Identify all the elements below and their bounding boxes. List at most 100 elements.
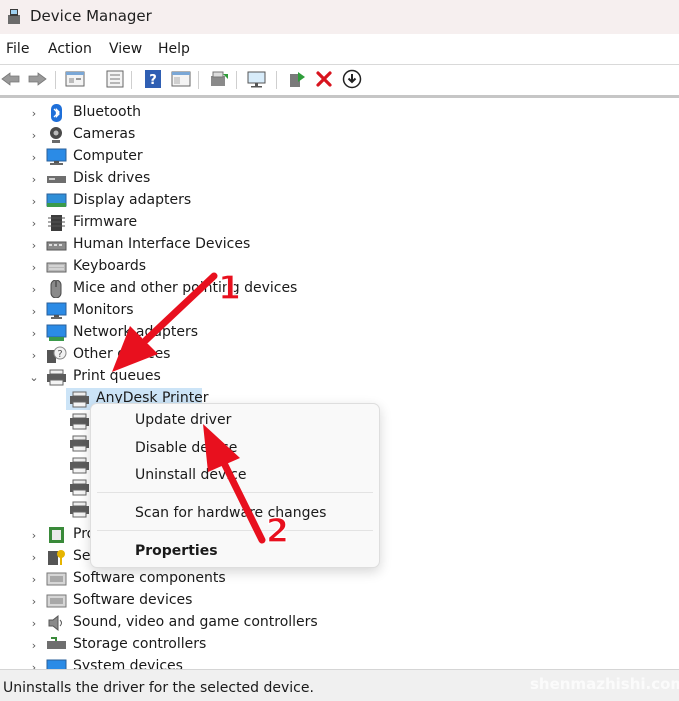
tree-item-label: Firmware <box>73 214 138 230</box>
chevron-right-icon[interactable]: › <box>27 280 41 298</box>
uninstall-x-icon[interactable] <box>313 68 335 90</box>
computer-icon <box>46 148 67 165</box>
context-uninstall-device[interactable]: Uninstall device <box>135 467 246 483</box>
chevron-right-icon[interactable]: › <box>27 214 41 232</box>
chevron-right-icon[interactable]: › <box>27 548 41 566</box>
chevron-right-icon[interactable]: › <box>27 614 41 632</box>
tree-item-label: Network adapters <box>73 324 198 340</box>
device-tree: › Bluetooth › Cameras › Computer › Disk … <box>0 97 679 669</box>
back-arrow-icon[interactable] <box>0 68 22 90</box>
chevron-right-icon[interactable]: › <box>27 170 41 188</box>
svg-text:?: ? <box>149 73 157 88</box>
display-adapter-icon <box>46 193 67 207</box>
status-text: Uninstalls the driver for the selected d… <box>3 680 314 696</box>
tree-item-label: Print queues <box>73 368 161 384</box>
processor-icon <box>49 527 64 543</box>
tree-item-label: Human Interface Devices <box>73 236 251 252</box>
chevron-right-icon[interactable]: › <box>27 526 41 544</box>
tree-item-label: Software components <box>73 570 226 586</box>
menu-help[interactable]: Help <box>158 41 190 57</box>
chevron-right-icon[interactable]: › <box>27 636 41 654</box>
toolbar-separator <box>236 71 237 89</box>
toolbar-separator <box>55 71 56 89</box>
printer-icon <box>70 435 89 452</box>
tree-item-label: Mice and other pointing devices <box>73 280 298 296</box>
tree-item-label: Bluetooth <box>73 104 141 120</box>
printer-icon <box>70 479 89 496</box>
window-title: Device Manager <box>30 7 152 25</box>
chevron-right-icon[interactable]: › <box>27 104 41 122</box>
context-disable-device[interactable]: Disable device <box>135 440 237 456</box>
show-hidden-icon[interactable] <box>104 68 126 90</box>
monitor-icon <box>46 302 67 319</box>
watermark: shenmazhishi.com <box>530 675 679 693</box>
context-scan-hardware[interactable]: Scan for hardware changes <box>135 505 326 521</box>
menu-bar: File Action View Help <box>0 34 679 64</box>
tree-item-label: Computer <box>73 148 143 164</box>
system-device-icon <box>46 659 67 669</box>
camera-icon <box>50 127 62 143</box>
printer-icon <box>70 501 89 518</box>
context-menu: Update driver Disable device Uninstall d… <box>90 403 380 568</box>
mouse-icon <box>50 280 62 298</box>
storage-controller-icon <box>47 637 66 649</box>
printer-icon <box>70 391 89 408</box>
chevron-right-icon[interactable]: › <box>27 570 41 588</box>
printer-icon <box>70 457 89 474</box>
toolbar-separator <box>276 71 277 89</box>
tree-item-label: Keyboards <box>73 258 147 274</box>
security-device-icon <box>48 550 65 565</box>
chevron-right-icon[interactable]: › <box>27 192 41 210</box>
chevron-right-icon[interactable]: › <box>27 592 41 610</box>
chevron-right-icon[interactable]: › <box>27 302 41 320</box>
tree-item-label: Monitors <box>73 302 134 318</box>
unknown-device-icon: ? <box>47 346 67 363</box>
menu-action[interactable]: Action <box>48 41 92 57</box>
download-circle-icon[interactable] <box>341 68 363 90</box>
tree-item-label: Software devices <box>73 592 193 608</box>
menu-view[interactable]: View <box>109 41 142 57</box>
chevron-right-icon[interactable]: › <box>27 258 41 276</box>
properties-icon[interactable] <box>64 68 86 90</box>
chevron-right-icon[interactable]: › <box>27 236 41 254</box>
toolbar-separator <box>131 71 132 89</box>
chevron-right-icon[interactable]: › <box>27 658 41 670</box>
chevron-right-icon[interactable]: › <box>27 324 41 342</box>
printer-icon <box>70 413 89 430</box>
tree-item-label: System devices <box>73 658 183 669</box>
toolbar-separator <box>198 71 199 89</box>
disk-drive-icon <box>47 176 66 183</box>
toolbar: ? <box>0 64 679 98</box>
tree-item-label: Sound, video and game controllers <box>73 614 318 630</box>
context-separator <box>97 530 373 531</box>
software-component-icon <box>46 572 67 586</box>
tree-item-label: Cameras <box>73 126 136 142</box>
sound-icon <box>48 614 62 632</box>
chevron-down-icon[interactable]: ⌄ <box>27 368 41 386</box>
printer-icon <box>47 369 66 386</box>
tree-item-label: Storage controllers <box>73 636 207 652</box>
chevron-right-icon[interactable]: › <box>27 346 41 364</box>
context-properties[interactable]: Properties <box>135 543 218 559</box>
update-driver-icon[interactable] <box>208 68 230 90</box>
svg-text:?: ? <box>57 349 62 360</box>
forward-arrow-icon[interactable] <box>26 68 48 90</box>
context-separator <box>97 492 373 493</box>
tree-item-label: Display adapters <box>73 192 192 208</box>
tree-item-label: Other devices <box>73 346 171 362</box>
enable-device-icon[interactable] <box>286 68 308 90</box>
device-manager-app-icon <box>8 9 20 24</box>
action-view-icon[interactable] <box>170 68 192 90</box>
context-update-driver[interactable]: Update driver <box>135 412 231 428</box>
tree-item-label: Se <box>73 548 91 564</box>
software-device-icon <box>46 594 67 608</box>
chevron-right-icon[interactable]: › <box>27 148 41 166</box>
scan-hardware-icon[interactable] <box>246 68 268 90</box>
title-bar: Device Manager <box>0 0 679 34</box>
menu-file[interactable]: File <box>6 41 29 57</box>
help-icon[interactable]: ? <box>142 68 164 90</box>
chevron-right-icon[interactable]: › <box>27 126 41 144</box>
tree-item-label: Disk drives <box>73 170 151 186</box>
network-adapter-icon <box>46 324 67 341</box>
firmware-icon <box>48 215 65 231</box>
